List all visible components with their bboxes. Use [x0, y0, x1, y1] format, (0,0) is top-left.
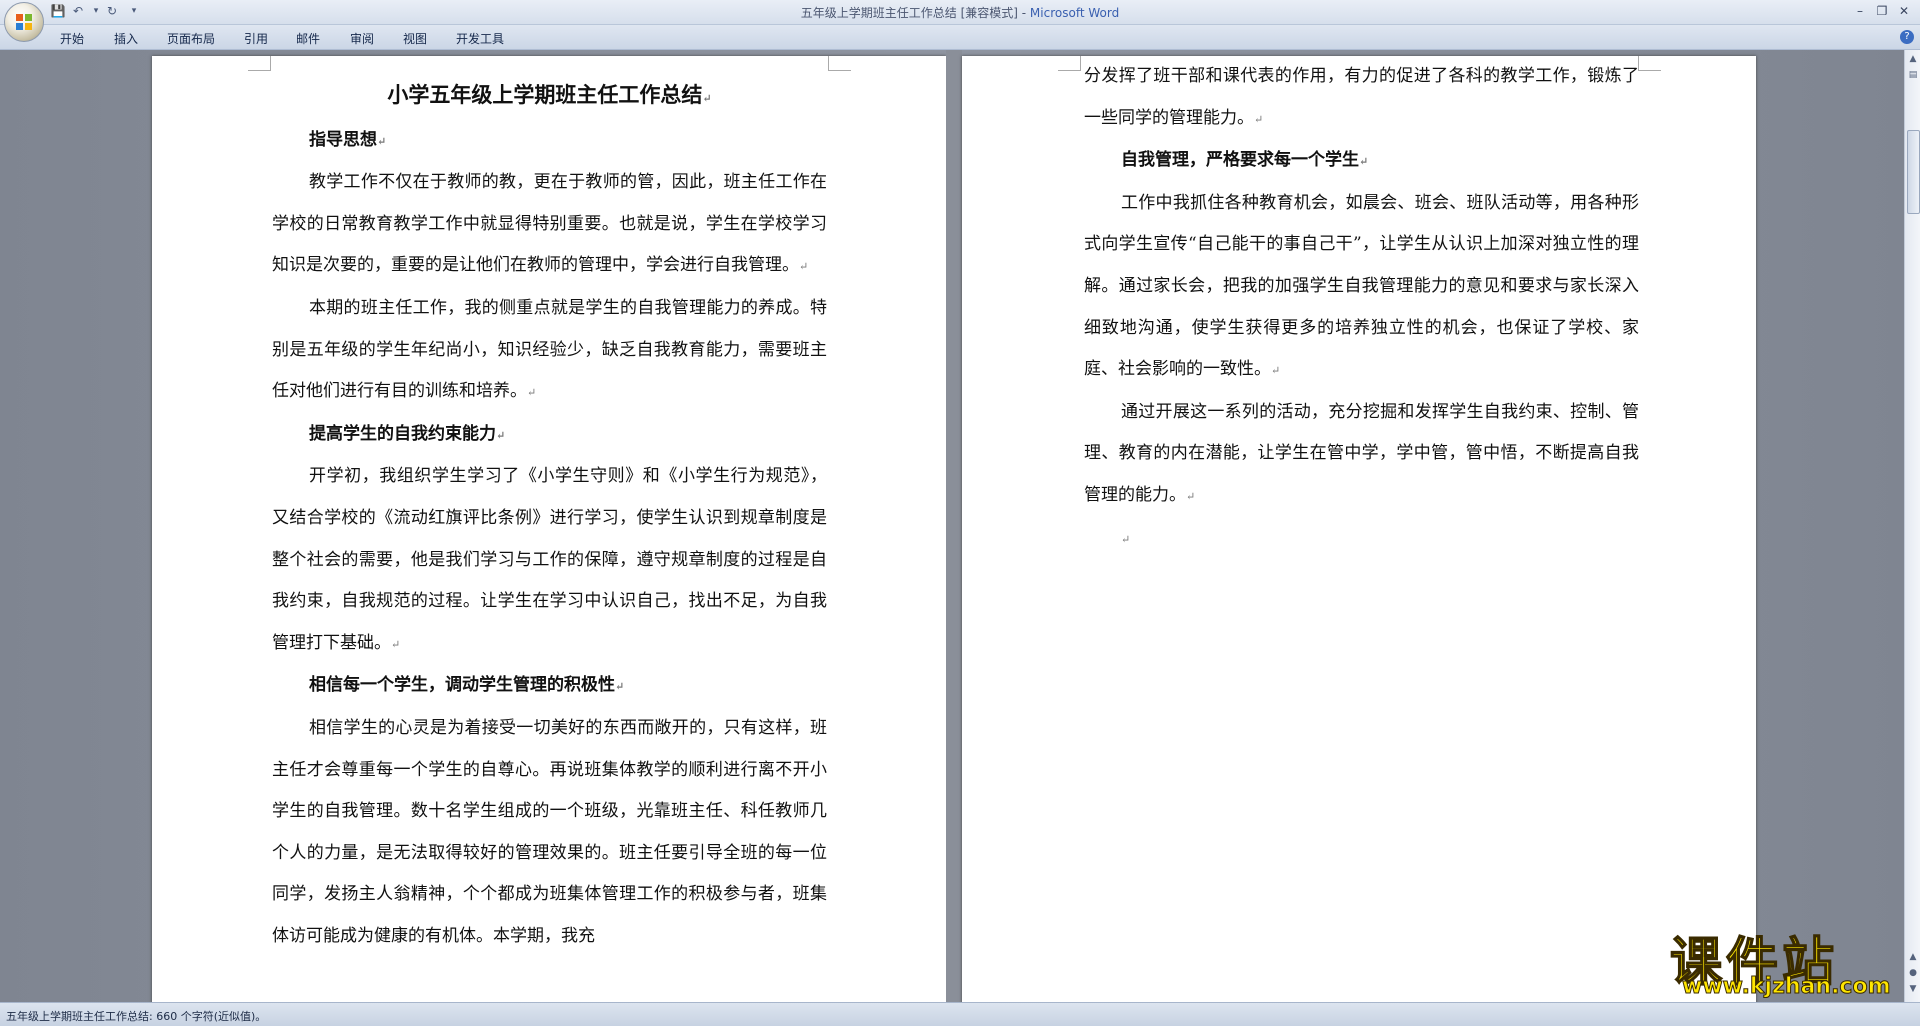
paragraph: 分发挥了班干部和课代表的作用，有力的促进了各科的教学工作，锻炼了一些同学的管理能… — [1084, 66, 1639, 128]
scroll-up-icon[interactable]: ▲ — [1906, 52, 1920, 66]
ruler-toggle-icon[interactable]: ▤ — [1906, 68, 1920, 82]
tab-insert[interactable]: 插入 — [114, 30, 138, 47]
help-icon[interactable]: ? — [1900, 30, 1914, 44]
section-heading: 指导思想↵ — [309, 129, 387, 150]
empty-paragraph: ↵ — [1121, 532, 1131, 546]
title-bar: 💾 ↶ ▾ ↻ ▾ 五年级上学期班主任工作总结 [兼容模式] - Microso… — [0, 0, 1920, 25]
tab-home[interactable]: 开始 — [60, 30, 84, 47]
paragraph: 工作中我抓住各种教育机会，如晨会、班会、班队活动等，用各种形式向学生宣传“自己能… — [1084, 192, 1639, 380]
vertical-scrollbar[interactable]: ▲ ▤ ▲ ● ▼ — [1904, 50, 1920, 1002]
page-1[interactable]: 小学五年级上学期班主任工作总结↵ 指导思想↵ 教学工作不仅在于教师的教，更在于教… — [152, 56, 946, 1002]
paragraph: 相信学生的心灵是为着接受一切美好的东西而敞开的，只有这样，班主任才会尊重每一个学… — [272, 717, 827, 946]
section-heading: 自我管理，严格要求每一个学生↵ — [1121, 150, 1369, 171]
section-heading: 提高学生的自我约束能力↵ — [309, 423, 506, 444]
scroll-thumb[interactable] — [1907, 130, 1920, 214]
page-2-text: 分发挥了班干部和课代表的作用，有力的促进了各科的教学工作，锻炼了一些同学的管理能… — [1084, 56, 1639, 560]
window-title: 五年级上学期班主任工作总结 [兼容模式] - Microsoft Word — [0, 4, 1920, 21]
office-logo-icon — [16, 14, 32, 30]
tab-mailings[interactable]: 邮件 — [296, 30, 320, 47]
ribbon-tabs: 开始 插入 页面布局 引用 邮件 审阅 视图 开发工具 ? — [0, 25, 1920, 50]
watermark-url: www.kjzhan.com — [1682, 974, 1892, 1000]
tab-page-layout[interactable]: 页面布局 — [167, 30, 215, 47]
status-text: 五年级上学期班主任工作总结: 660 个字符(近似值)。 — [6, 1010, 267, 1023]
tab-developer[interactable]: 开发工具 — [456, 30, 504, 47]
watermark: 课件站 www.kjzhan.com — [1660, 920, 1910, 1000]
status-bar: 五年级上学期班主任工作总结: 660 个字符(近似值)。 — [0, 1002, 1920, 1026]
margin-corner — [1638, 56, 1661, 71]
tab-review[interactable]: 审阅 — [350, 30, 374, 47]
paragraph: 通过开展这一系列的活动，充分挖掘和发挥学生自我约束、控制、管理、教育的内在潜能，… — [1084, 401, 1639, 505]
document-area: 小学五年级上学期班主任工作总结↵ 指导思想↵ 教学工作不仅在于教师的教，更在于教… — [0, 50, 1904, 1002]
document-title: 五年级上学期班主任工作总结 [兼容模式] - — [800, 6, 1030, 20]
page-gap — [946, 50, 962, 1002]
margin-corner — [828, 56, 851, 71]
close-icon[interactable]: ✕ — [1894, 2, 1914, 20]
margin-corner — [1058, 56, 1081, 71]
section-heading: 相信每一个学生，调动学生管理的积极性↵ — [309, 675, 625, 696]
app-name: Microsoft Word — [1029, 6, 1120, 20]
tab-view[interactable]: 视图 — [403, 30, 427, 47]
office-button[interactable] — [4, 2, 44, 42]
paragraph: 开学初，我组织学生学习了《小学生守则》和《小学生行为规范》，又结合学校的《流动红… — [272, 466, 827, 653]
page-1-text: 小学五年级上学期班主任工作总结↵ 指导思想↵ 教学工作不仅在于教师的教，更在于教… — [272, 74, 827, 957]
tab-references[interactable]: 引用 — [244, 30, 268, 47]
page-2[interactable]: 分发挥了班干部和课代表的作用，有力的促进了各科的教学工作，锻炼了一些同学的管理能… — [962, 56, 1756, 1002]
margin-corner — [248, 56, 271, 71]
minimize-icon[interactable]: – — [1850, 2, 1870, 20]
paragraph: 本期的班主任工作，我的侧重点就是学生的自我管理能力的养成。特别是五年级的学生年纪… — [272, 297, 827, 402]
document-heading: 小学五年级上学期班主任工作总结↵ — [387, 82, 712, 107]
restore-icon[interactable]: ❐ — [1872, 2, 1892, 20]
paragraph: 教学工作不仅在于教师的教，更在于教师的管，因此，班主任工作在学校的日常教育教学工… — [272, 172, 827, 276]
